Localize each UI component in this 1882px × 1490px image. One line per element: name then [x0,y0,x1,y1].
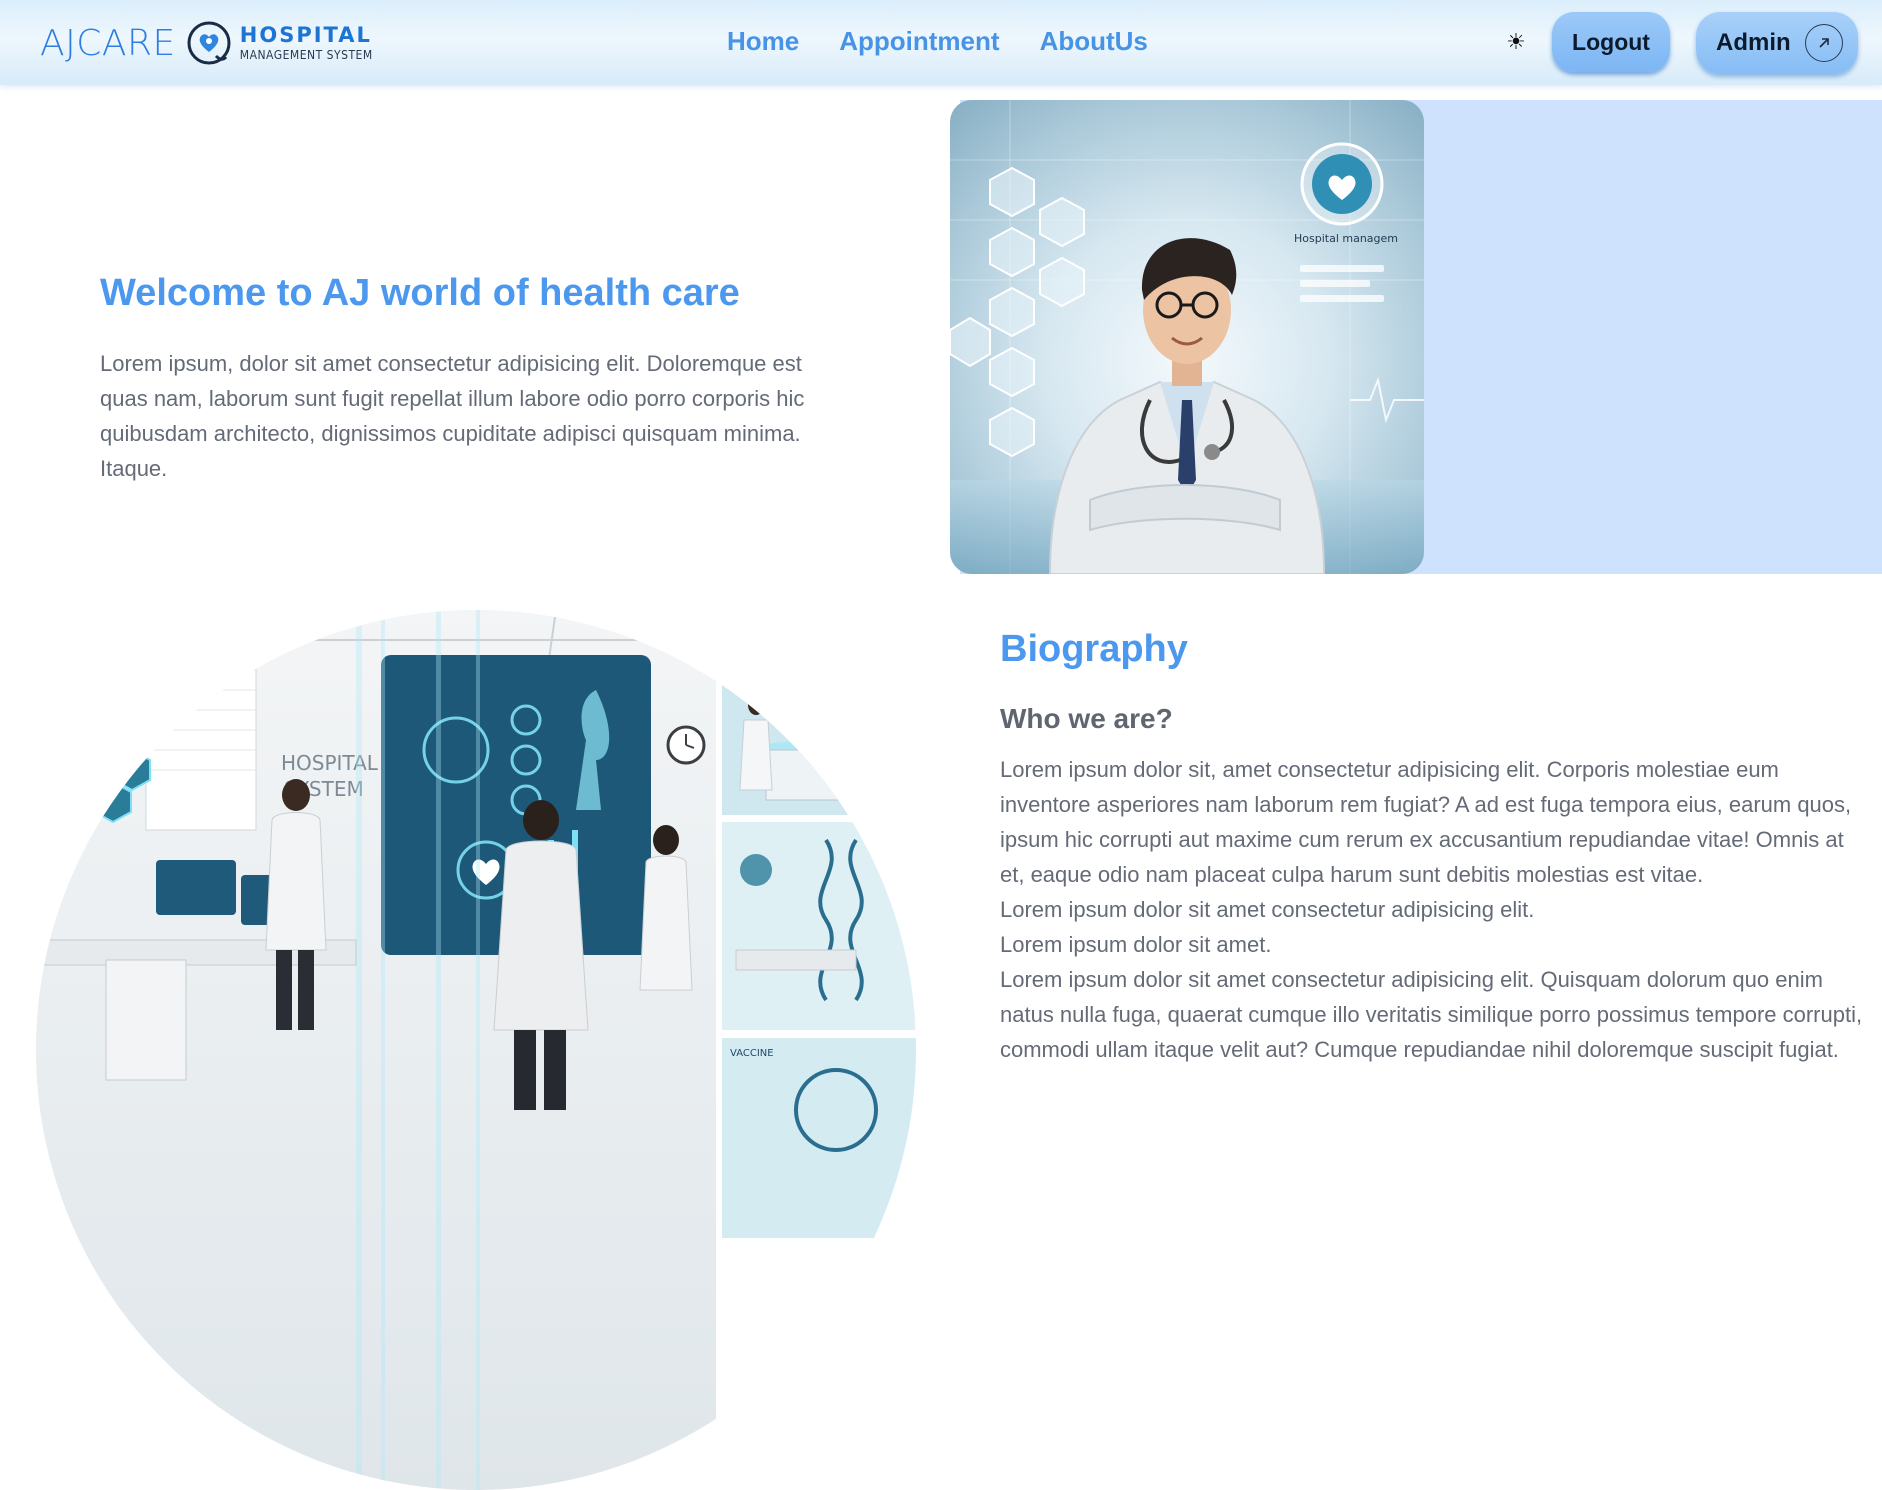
main-nav: Home Appointment AboutUs [727,26,1188,57]
nav-link-aboutus[interactable]: AboutUs [1040,26,1148,57]
sun-icon[interactable]: ☀ [1504,30,1528,54]
nav-link-home[interactable]: Home [727,26,799,57]
hero-title: Welcome to AJ world of health care [100,272,740,314]
hospital-collage-image: HOSPITAL SYSTEM VACCINE [36,610,916,1490]
brand-tagline: HOSPITAL MANAGEMENT SYSTEM [239,23,373,62]
top-navbar: AJCARE HOSPITAL MANAGEMENT SYSTEM Home A… [0,0,1882,85]
brand-sub-management: MANAGEMENT SYSTEM [239,48,373,62]
collage-tile-label: VACCINE [730,1048,774,1059]
collage-wall-text-1: HOSPITAL [281,751,379,775]
nav-link-appointment[interactable]: Appointment [839,26,999,57]
biography-text: Lorem ipsum dolor sit, amet consectetur … [1000,752,1870,1067]
biography-subtitle: Who we are? [1000,703,1173,734]
hero-text: Lorem ipsum, dolor sit amet consectetur … [100,351,805,481]
biography-title: Biography [1000,628,1188,670]
biography-paragraph: Lorem ipsum dolor sit, amet consectetur … [1000,757,1852,887]
biography-paragraph: Lorem ipsum dolor sit amet consectetur a… [1000,967,1863,1062]
arrow-up-right-icon [1804,24,1843,62]
admin-button[interactable]: Admin [1696,12,1858,74]
brand-name: AJCARE [40,22,176,64]
biography-paragraph: Lorem ipsum dolor sit amet consectetur a… [1000,897,1535,922]
logout-button[interactable]: Logout [1552,12,1670,72]
admin-button-label: Admin [1716,29,1791,56]
brand-sub-hospital: HOSPITAL [239,23,372,47]
stethoscope-heart-icon [187,21,231,65]
biography-paragraph: Lorem ipsum dolor sit amet. [1000,932,1272,957]
doctor-portrait-image: Hospital managem [950,100,1424,574]
brand-logo[interactable]: AJCARE HOSPITAL MANAGEMENT SYSTEM [40,16,373,70]
hero-image-caption: Hospital managem [1294,232,1398,245]
